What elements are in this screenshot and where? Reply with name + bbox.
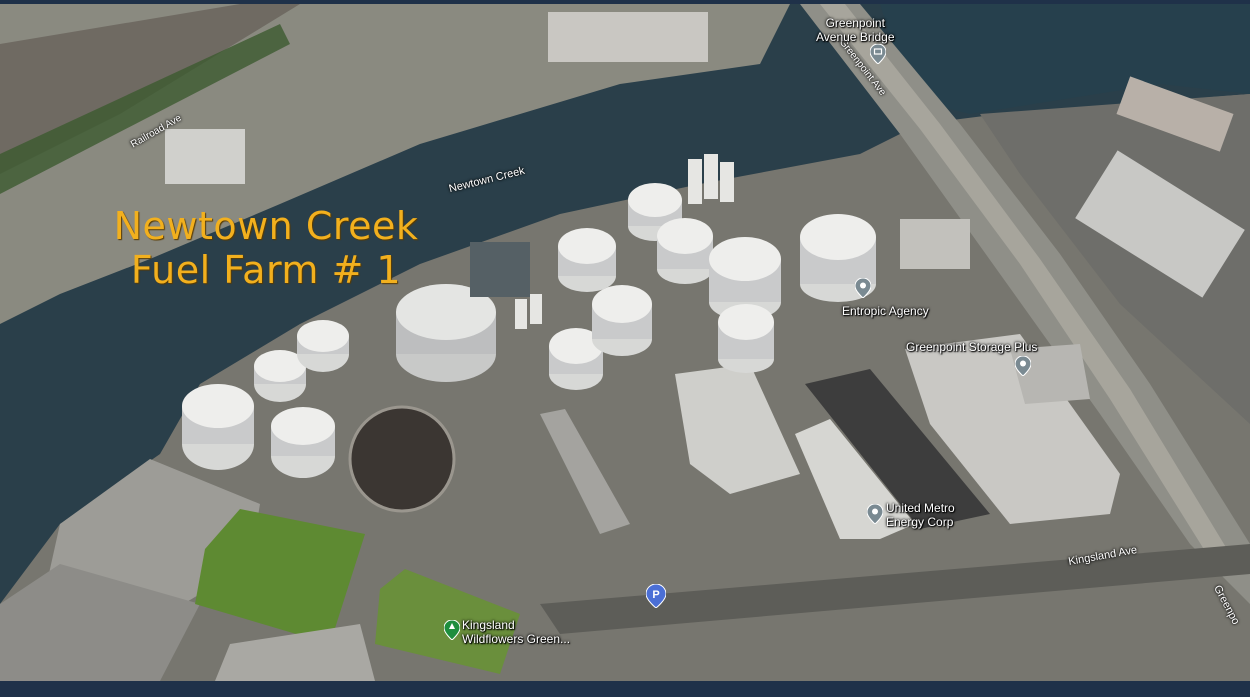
bridge-name-line-1: Greenpoint — [825, 16, 885, 30]
satellite-map[interactable]: Newtown Creek Fuel Farm # 1 Newtown Cree… — [0, 4, 1250, 681]
warehouse — [165, 129, 245, 184]
tank — [182, 384, 254, 470]
tank — [396, 284, 496, 382]
storage-pin-icon[interactable] — [1015, 356, 1031, 376]
parking-pin-icon[interactable]: P — [646, 584, 666, 608]
tank — [297, 320, 349, 372]
tank — [271, 407, 335, 478]
place-label-bridge[interactable]: Greenpoint Avenue Bridge — [816, 16, 895, 44]
slide-title: Newtown Creek Fuel Farm # 1 — [86, 204, 446, 292]
aerial-imagery — [0, 4, 1250, 681]
tank — [592, 285, 652, 356]
bridge-name-line-2: Avenue Bridge — [816, 30, 895, 44]
svg-text:P: P — [652, 589, 659, 601]
entropic-pin-icon[interactable] — [855, 278, 871, 298]
tank — [558, 228, 616, 292]
tank — [718, 304, 774, 373]
wildflowers-name-line-2: Wildflowers Green... — [462, 632, 571, 646]
united-metro-pin-icon[interactable] — [867, 504, 883, 524]
tank — [657, 218, 713, 284]
small-shed — [900, 219, 970, 269]
pump-house — [470, 242, 530, 297]
slide-frame: Newtown Creek Fuel Farm # 1 Newtown Cree… — [0, 0, 1250, 697]
place-label-united-metro[interactable]: United Metro Energy Corp — [886, 501, 955, 529]
title-line-2: Fuel Farm # 1 — [130, 248, 402, 292]
north-building — [548, 12, 708, 62]
park-pin-icon[interactable] — [444, 620, 460, 640]
bridge-pin-icon[interactable] — [870, 44, 886, 64]
united-metro-name-line-1: United Metro — [886, 501, 955, 515]
title-line-1: Newtown Creek — [113, 204, 419, 248]
place-label-kingsland-wildflowers[interactable]: Kingsland Wildflowers Green... — [462, 618, 570, 646]
place-label-entropic[interactable]: Entropic Agency — [842, 304, 929, 318]
place-label-storage[interactable]: Greenpoint Storage Plus — [906, 340, 1037, 354]
united-metro-name-line-2: Energy Corp — [886, 515, 954, 529]
wildflowers-name-line-1: Kingsland — [462, 618, 515, 632]
open-tank-basin — [348, 405, 456, 513]
